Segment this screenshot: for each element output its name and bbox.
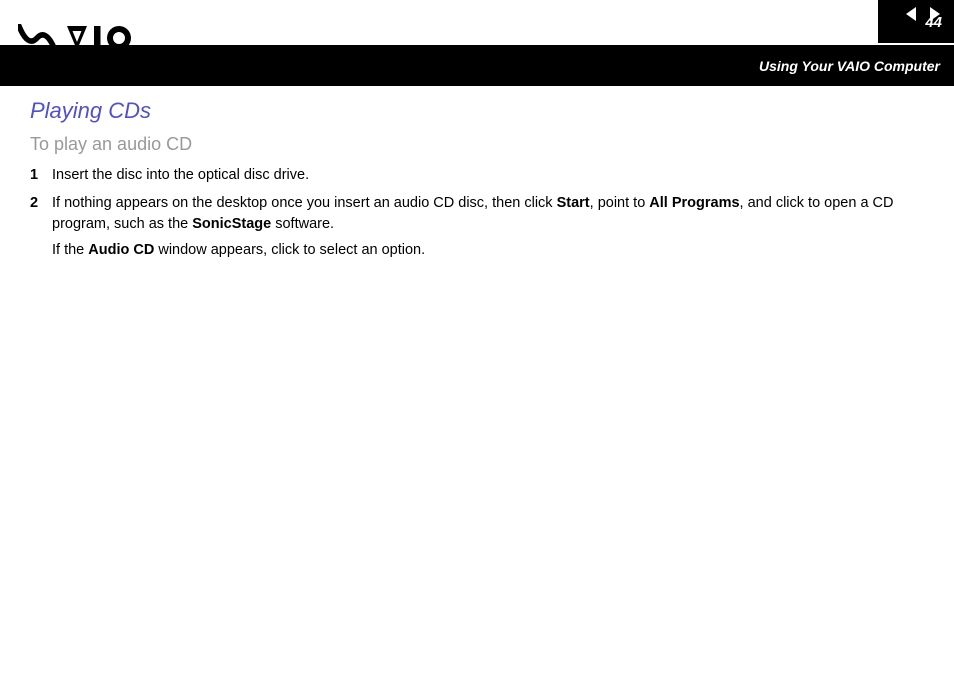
list-item: 2 If nothing appears on the desktop once…: [30, 193, 924, 260]
breadcrumb: Using Your VAIO Computer: [759, 58, 940, 74]
step-number: 2: [30, 193, 52, 260]
step-text: If nothing appears on the desktop once y…: [52, 193, 924, 260]
document-header: 44 Using Your VAIO Computer: [0, 0, 954, 86]
step-number: 1: [30, 165, 52, 185]
step-text: Insert the disc into the optical disc dr…: [52, 165, 924, 185]
nav-arrows: [904, 6, 942, 22]
step-extra-text: If the Audio CD window appears, click to…: [52, 240, 924, 260]
arrow-left-icon: [904, 6, 918, 22]
header-strip: Using Your VAIO Computer: [0, 45, 954, 86]
page-content: Playing CDs To play an audio CD 1 Insert…: [0, 86, 954, 288]
arrow-right-icon: [928, 6, 942, 22]
section-title: Playing CDs: [30, 98, 924, 124]
list-item: 1 Insert the disc into the optical disc …: [30, 165, 924, 185]
prev-page-button[interactable]: [904, 6, 918, 22]
next-page-button[interactable]: [928, 6, 942, 22]
step-list: 1 Insert the disc into the optical disc …: [30, 165, 924, 260]
subsection-title: To play an audio CD: [30, 134, 924, 155]
